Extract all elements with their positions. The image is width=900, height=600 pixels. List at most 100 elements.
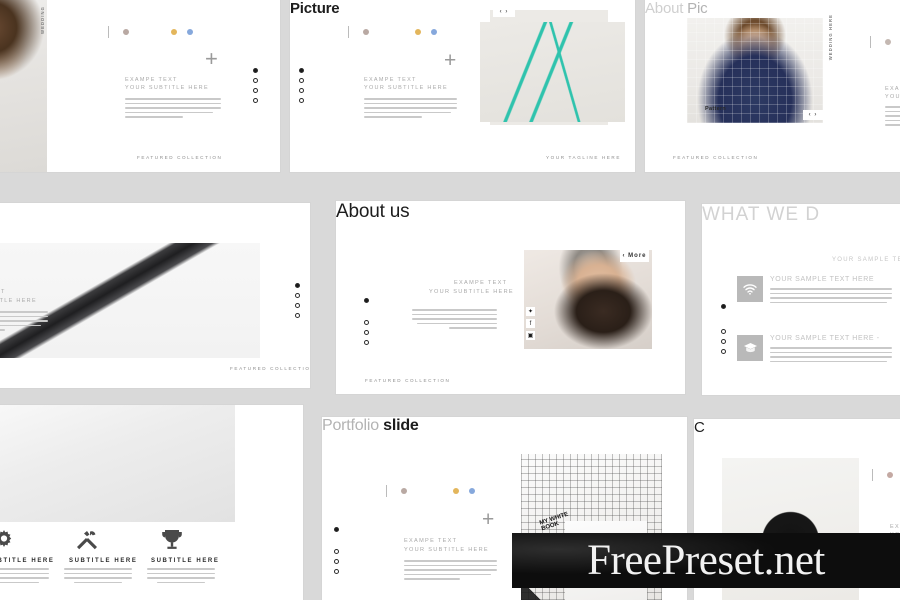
slide-pagination[interactable] <box>334 527 339 579</box>
slide-what-we-do[interactable]: WHAT WE D YOUR SAMPLE TEXT H YOUR SAMPLE… <box>702 204 900 395</box>
pagination-dot[interactable] <box>299 78 304 83</box>
twitter-icon[interactable]: ✦ <box>526 307 535 316</box>
accent-divider <box>870 36 871 48</box>
slide-title: About Pic <box>645 0 900 17</box>
pagination-dot[interactable] <box>295 303 300 308</box>
photo-nav-arrows[interactable]: ‹ › <box>493 6 515 17</box>
pagination-dot[interactable] <box>364 320 369 325</box>
slide-title-bold: C <box>694 419 705 436</box>
slide-about-service[interactable]: ut ice E HERE SUBTITLE HERE <box>0 405 303 600</box>
feature-heading: YOUR SAMPLE TEXT HERE <box>770 276 875 283</box>
slide-title-bold: slide <box>383 417 419 434</box>
column-copy <box>64 568 132 586</box>
slide-pagination[interactable] <box>721 304 726 359</box>
accent-dot-1 <box>363 29 369 35</box>
slide-vertical-label: WEDDING <box>40 6 45 34</box>
accent-dot-3 <box>187 29 193 35</box>
pagination-dot[interactable] <box>253 78 258 83</box>
slide-footer: FEATURED COLLECTION <box>365 378 451 383</box>
slide-subtitle-line1: EXAMPC <box>885 86 900 92</box>
slide-subtitle-line1: EXAMPE TEXT <box>0 289 6 295</box>
pagination-dot[interactable] <box>721 329 726 334</box>
photo-caption: Pattern <box>705 106 727 112</box>
photo-bearded-man-with-glasses <box>524 250 652 349</box>
slide-about-us[interactable]: WEDDING About us + EXAMPE TEXT YOUR SUBT… <box>0 0 280 172</box>
slide-pagination[interactable] <box>364 298 369 350</box>
accent-dot-3 <box>469 488 475 494</box>
accent-dots <box>386 485 480 497</box>
photo-white-rubiks-cube <box>0 405 235 522</box>
pagination-dot[interactable] <box>364 330 369 335</box>
pagination-dot[interactable] <box>334 569 339 574</box>
watermark-text: FreePreset.net <box>587 537 825 584</box>
pagination-dot[interactable] <box>253 98 258 103</box>
slide-title-light: Portfolio <box>322 417 379 434</box>
column-copy <box>147 568 215 586</box>
pagination-dot[interactable] <box>295 293 300 298</box>
slide-subtitle: YOUR SAMPLE TEXT H <box>832 257 900 263</box>
column-title: SUBTITLE HERE <box>151 558 220 564</box>
watermark-banner: FreePreset.net <box>512 533 900 588</box>
slide-pagination[interactable] <box>253 68 258 108</box>
pagination-dot-active[interactable] <box>721 304 726 309</box>
slide-images[interactable]: Images EXAMPE TEXT YOUR SUBTITLE HERE FE… <box>0 203 310 388</box>
pagination-dot[interactable] <box>253 88 258 93</box>
pagination-dot[interactable] <box>334 559 339 564</box>
pagination-dot[interactable] <box>295 313 300 318</box>
pagination-dot-active[interactable] <box>295 283 300 288</box>
pagination-dot[interactable] <box>721 339 726 344</box>
accent-divider <box>386 485 387 497</box>
accent-dot-3 <box>431 29 437 35</box>
accent-dots <box>108 26 198 38</box>
slide-subtitle-line1: EXAMPE TEXT <box>125 77 178 83</box>
slide-title: C <box>694 419 900 436</box>
photo-nav-arrows[interactable]: ‹ › <box>803 110 823 120</box>
social-links[interactable]: ✦ f ▣ <box>526 307 535 343</box>
pagination-dot-active[interactable] <box>253 68 258 73</box>
accent-dots <box>870 36 896 48</box>
pagination-dot-active[interactable] <box>364 298 369 303</box>
slide-subtitle-line2: YOUR SU <box>885 94 900 100</box>
facebook-icon[interactable]: f <box>526 319 535 328</box>
accent-dot-1 <box>885 39 891 45</box>
slide-subtitle-line2: YOUR SUBTITLE HERE <box>0 298 37 304</box>
slide-pagination[interactable] <box>299 68 304 108</box>
pagination-dot[interactable] <box>334 549 339 554</box>
column-title: SUBTITLE HERE <box>0 558 55 564</box>
feature-copy <box>770 347 892 365</box>
wifi-icon <box>737 276 763 302</box>
instagram-icon[interactable]: ▣ <box>526 331 535 340</box>
pagination-dot[interactable] <box>299 98 304 103</box>
accent-dot-2 <box>415 29 421 35</box>
pagination-dot[interactable] <box>364 340 369 345</box>
slide-footer: YOUR TAGLINE HERE <box>546 155 622 160</box>
slide-picture[interactable]: Picture + EXAMPE TEXT YOUR SUBTITLE HERE… <box>290 0 635 172</box>
plus-icon: + <box>482 508 495 531</box>
slide-title-bold: About <box>645 0 684 17</box>
slide-footer: FEATURED COLLECTION <box>137 155 223 160</box>
slide-title-light: Pic <box>687 0 708 17</box>
column-copy <box>0 568 49 586</box>
slide-title: Portfolio slide <box>322 417 687 435</box>
slide-vertical-label: WEDDING HERE <box>828 14 833 61</box>
slide-body-copy <box>125 98 221 121</box>
slide-body-copy <box>364 98 457 121</box>
graduation-cap-icon <box>737 335 763 361</box>
tools-icon <box>75 529 99 556</box>
slide-pagination[interactable] <box>295 283 300 323</box>
accent-dots <box>872 469 898 481</box>
slide-subtitle-line2: YOUR SUBTITLE HERE <box>125 85 209 91</box>
slide-subtitle-line1: EXAMPE TEXT <box>364 77 417 83</box>
slide-title: WHAT WE D <box>702 204 821 225</box>
pagination-dot-active[interactable] <box>334 527 339 532</box>
slide-title: Images <box>0 203 310 221</box>
pagination-dot-active[interactable] <box>299 68 304 73</box>
slide-subtitle-line2: YOUR SUBTITLE HERE <box>364 85 448 91</box>
slide-body-copy <box>0 311 48 334</box>
pagination-dot[interactable] <box>299 88 304 93</box>
photo-black-feather <box>0 243 260 358</box>
slide-about-us-2[interactable]: About us EXAMPE TEXT YOUR SUBTITLE HERE … <box>336 201 685 394</box>
pagination-dot[interactable] <box>721 349 726 354</box>
more-button[interactable]: ‹ More <box>620 250 649 262</box>
slide-about-picture[interactable]: Pattern ‹ › WEDDING HERE About Pic EXAMP… <box>645 0 900 172</box>
